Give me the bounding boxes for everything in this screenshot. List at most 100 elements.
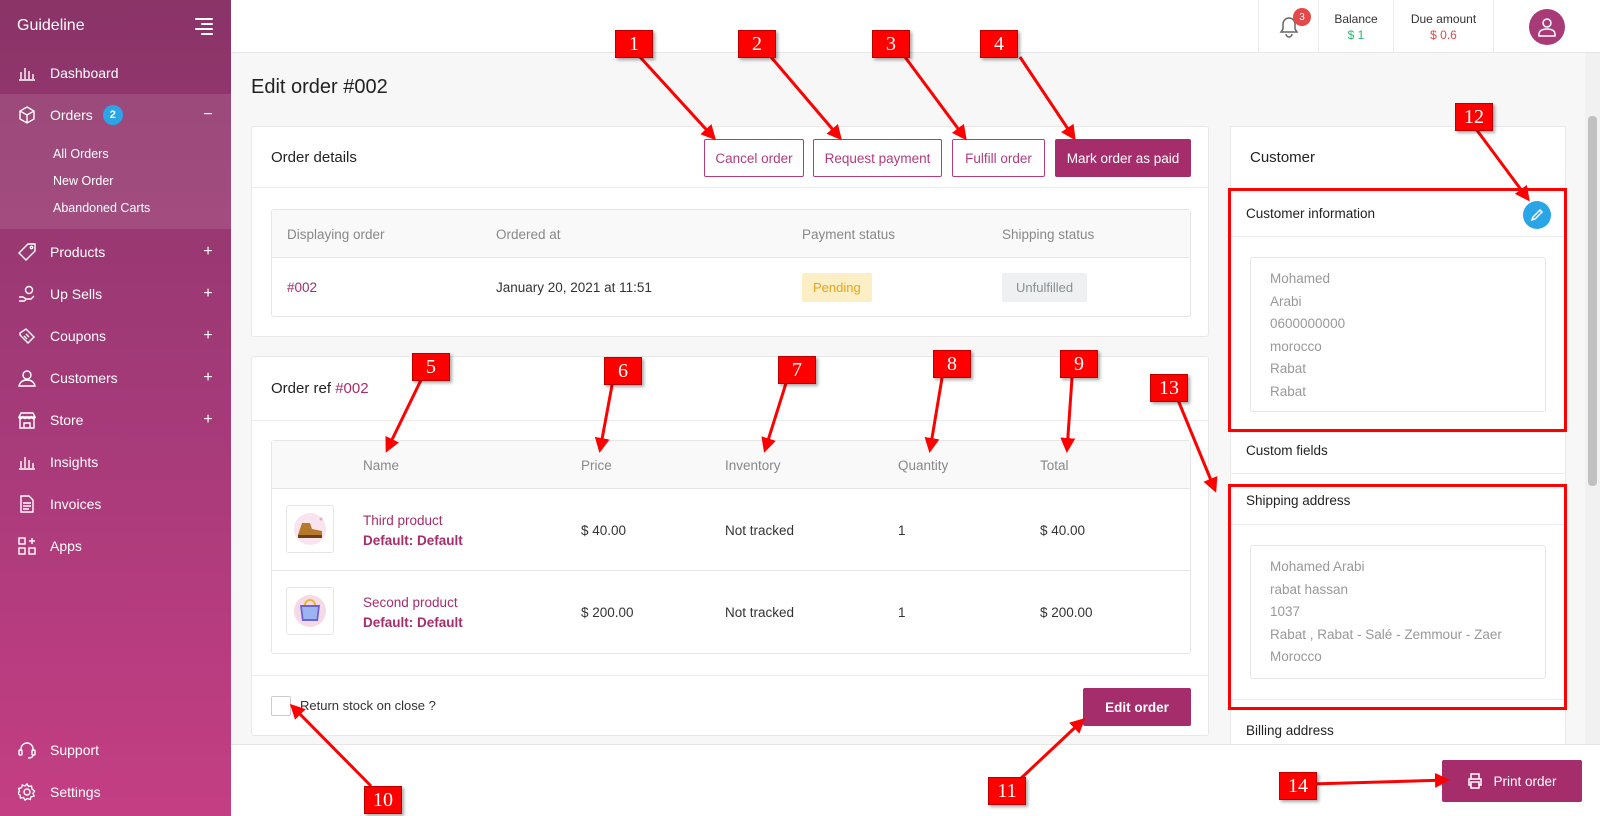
sidebar-item-label: Customers	[50, 370, 118, 386]
sidebar-item-label: Apps	[50, 538, 82, 554]
customer-phone: 0600000000	[1270, 316, 1346, 332]
headset-icon	[16, 739, 38, 761]
shipping-address-header: Shipping address	[1231, 477, 1565, 525]
customer-first-name: Mohamed	[1270, 271, 1331, 286]
sidebar-item-label: Support	[50, 742, 100, 758]
column-header: Ordered at	[496, 226, 561, 242]
customer-info-box: Mohamed Arabi 0600000000 morocco Rabat R…	[1250, 257, 1546, 412]
shipping-street: rabat hassan	[1270, 581, 1349, 597]
user-icon	[16, 367, 38, 389]
balance-display: Balance $ 1	[1318, 0, 1393, 53]
collapse-icon[interactable]: −	[201, 106, 215, 124]
column-header: Shipping status	[1002, 226, 1095, 242]
shipping-region: Rabat , Rabat - Salé - Zemmour - Zaer	[1270, 626, 1502, 642]
page-scrollbar[interactable]	[1585, 53, 1600, 816]
fulfill-order-button[interactable]: Fulfill order	[952, 139, 1045, 177]
product-name-cell[interactable]: Third product Default: Default	[363, 511, 463, 551]
request-payment-button[interactable]: Request payment	[813, 139, 942, 177]
shipping-address-box: Mohamed Arabi rabat hassan 1037 Rabat , …	[1250, 545, 1546, 679]
scrollbar-thumb[interactable]	[1588, 116, 1597, 486]
avatar[interactable]	[1529, 8, 1565, 45]
shipping-country: Morocco	[1270, 649, 1322, 665]
sidebar-item-products[interactable]: Products +	[0, 231, 231, 273]
edit-customer-button[interactable]	[1523, 201, 1551, 229]
submenu-abandoned-carts[interactable]: Abandoned Carts	[0, 194, 231, 221]
expand-icon[interactable]: +	[201, 285, 215, 303]
return-stock-label: Return stock on close ?	[300, 698, 436, 713]
expand-icon[interactable]: +	[201, 369, 215, 387]
user-menu[interactable]	[1493, 0, 1600, 53]
shipping-name: Mohamed Arabi	[1270, 559, 1365, 574]
column-header: Price	[581, 457, 612, 473]
table-header: Displaying order Ordered at Payment stat…	[272, 210, 1190, 258]
cancel-order-button[interactable]: Cancel order	[704, 139, 804, 177]
column-header: Inventory	[725, 457, 781, 473]
submenu-new-order[interactable]: New Order	[0, 167, 231, 194]
notification-count-badge: 3	[1293, 8, 1311, 26]
sidebar-item-orders[interactable]: Orders 2 −	[0, 94, 231, 136]
product-name[interactable]: Second product	[363, 593, 463, 613]
customer-info-header: Customer information	[1231, 189, 1565, 237]
customer-last-name: Arabi	[1270, 293, 1302, 309]
status-badge: Unfulfilled	[1002, 272, 1088, 302]
shipping-address-title: Shipping address	[1246, 493, 1351, 508]
customer-title: Customer	[1250, 149, 1316, 166]
sidebar-item-settings[interactable]: Settings	[0, 771, 231, 813]
expand-icon[interactable]: +	[201, 243, 215, 261]
sidebar-item-invoices[interactable]: Invoices	[0, 483, 231, 525]
sidebar-item-customers[interactable]: Customers +	[0, 357, 231, 399]
bar-chart-icon	[16, 451, 38, 473]
sidebar-item-support[interactable]: Support	[0, 729, 231, 771]
sidebar-item-apps[interactable]: Apps	[0, 525, 231, 567]
sidebar-item-label: Up Sells	[50, 286, 103, 302]
expand-icon[interactable]: +	[201, 411, 215, 429]
mark-paid-button[interactable]: Mark order as paid	[1055, 139, 1191, 177]
order-ref-header: Order ref #002	[252, 357, 1208, 421]
order-ref-card: Order ref #002 Name Price Inventory Quan…	[251, 356, 1209, 736]
sidebar-item-label: Settings	[50, 784, 101, 800]
coupon-icon	[16, 325, 38, 347]
product-variant: Default: Default	[363, 615, 463, 630]
expand-icon[interactable]: +	[201, 327, 215, 345]
column-header: Total	[1040, 457, 1069, 473]
sidebar-item-store[interactable]: Store +	[0, 399, 231, 441]
print-order-button[interactable]: Print order	[1442, 760, 1582, 802]
sidebar-item-dashboard[interactable]: Dashboard	[0, 52, 231, 94]
order-details-title: Order details	[271, 148, 357, 166]
gear-icon	[16, 781, 38, 803]
order-number-link[interactable]: #002	[287, 258, 317, 316]
custom-fields-title: Custom fields	[1246, 443, 1328, 458]
column-header: Quantity	[898, 457, 949, 473]
sidebar-item-label: Coupons	[50, 328, 107, 344]
edit-order-button[interactable]: Edit order	[1083, 688, 1191, 726]
table-header: Name Price Inventory Quantity Total	[272, 441, 1190, 489]
menu-toggle-icon[interactable]	[195, 18, 213, 35]
page-title: Edit order #002	[251, 76, 388, 98]
top-bar: 3 Balance $ 1 Due amount $ 0.6	[231, 0, 1600, 53]
order-summary-table: Displaying order Ordered at Payment stat…	[271, 209, 1191, 317]
total-value: $ 200.00	[1040, 604, 1093, 620]
inventory-value: Not tracked	[725, 604, 795, 620]
sidebar-item-label: Orders	[50, 107, 93, 123]
billing-address-title: Billing address	[1246, 723, 1334, 738]
product-variant: Default: Default	[363, 533, 463, 548]
customer-info-title: Customer information	[1246, 205, 1376, 221]
brand-name: Guideline	[17, 17, 85, 34]
product-thumbnail	[286, 587, 334, 635]
table-row: Second product Default: Default $ 200.00…	[272, 571, 1190, 653]
product-name[interactable]: Third product	[363, 511, 463, 531]
sidebar-item-insights[interactable]: Insights	[0, 441, 231, 483]
sidebar-item-coupons[interactable]: Coupons +	[0, 315, 231, 357]
return-stock-checkbox[interactable]	[271, 696, 291, 716]
notifications-button[interactable]: 3	[1258, 0, 1318, 53]
bar-chart-icon	[16, 62, 38, 84]
sidebar-item-label: Invoices	[50, 496, 102, 512]
order-number[interactable]: #002	[287, 280, 317, 295]
column-header: Payment status	[802, 226, 896, 242]
product-name-cell[interactable]: Second product Default: Default	[363, 593, 463, 633]
quantity-value: 1	[898, 522, 906, 538]
sidebar-item-up-sells[interactable]: Up Sells +	[0, 273, 231, 315]
footer-bar: Print order	[231, 744, 1600, 816]
total-value: $ 40.00	[1040, 522, 1086, 538]
submenu-all-orders[interactable]: All Orders	[0, 140, 231, 167]
